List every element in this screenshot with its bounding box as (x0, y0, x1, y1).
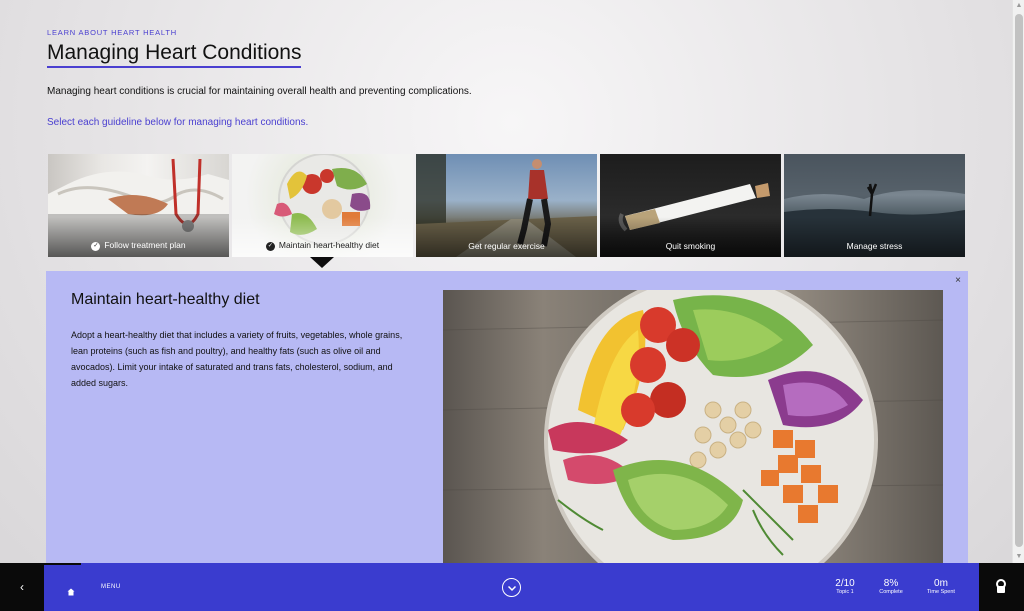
tile-follow-treatment-plan[interactable]: ✓ Follow treatment plan (48, 154, 229, 257)
tile-get-regular-exercise[interactable]: Get regular exercise (416, 154, 597, 257)
tile-shade (48, 217, 229, 257)
complete-value: 8% (883, 578, 899, 589)
tile-label: Quit smoking (665, 241, 716, 251)
progress-indicator (44, 563, 81, 565)
page-scrollbar[interactable]: ▲ ▼ (1012, 0, 1024, 563)
complete-label: Complete (879, 589, 903, 595)
tile-shade (784, 217, 965, 257)
back-button[interactable]: ‹ (0, 563, 44, 611)
tile-shade (600, 217, 781, 257)
tile-label: ✓ Maintain heart-healthy diet (265, 240, 380, 251)
detail-heading: Maintain heart-healthy diet (71, 291, 260, 308)
tile-manage-stress[interactable]: Manage stress (784, 154, 965, 257)
time-label: Time Spent (927, 589, 955, 595)
time-value: 0m (934, 578, 948, 589)
tile-label: Manage stress (846, 241, 903, 251)
tile-shade (232, 217, 413, 257)
check-icon: ✓ (265, 242, 275, 251)
chevron-down-circle-icon[interactable] (502, 578, 521, 597)
eyebrow-label: LEARN ABOUT HEART HEALTH (47, 28, 177, 37)
home-icon[interactable] (67, 583, 75, 596)
topic-value: 2/10 (835, 578, 855, 589)
instruction-text: Select each guideline below for managing… (47, 117, 309, 128)
topic-label: Topic 1 (836, 589, 854, 595)
detail-body-text: Adopt a heart-healthy diet that includes… (71, 330, 403, 388)
tile-maintain-heart-healthy-diet[interactable]: ✓ Maintain heart-healthy diet (232, 154, 413, 257)
topic-progress: 2/10 Topic 1 (832, 578, 858, 596)
complete-progress: 8% Complete (877, 578, 905, 596)
chevron-left-icon: ‹ (20, 580, 24, 594)
lock-icon (996, 579, 1006, 593)
active-tile-pointer (310, 257, 334, 268)
time-spent: 0m Time Spent (924, 578, 958, 596)
tile-quit-smoking[interactable]: Quit smoking (600, 154, 781, 257)
guideline-tiles: ✓ Follow treatment plan ✓ Maintain heart… (48, 154, 966, 257)
detail-panel: × Maintain heart-healthy diet Adopt a he… (46, 271, 968, 563)
intro-text: Managing heart conditions is crucial for… (47, 86, 472, 97)
salad-bowl-photo (443, 290, 943, 563)
menu-button[interactable]: MENU (101, 584, 121, 590)
tile-label: Get regular exercise (468, 241, 545, 251)
tile-shade (416, 217, 597, 257)
scrollbar-thumb[interactable] (1015, 14, 1023, 547)
check-icon: ✓ (91, 242, 101, 251)
page: LEARN ABOUT HEART HEALTH Managing Heart … (0, 0, 1012, 563)
scroll-up-icon[interactable]: ▲ (1013, 0, 1024, 12)
close-icon[interactable]: × (955, 275, 961, 286)
page-title: Managing Heart Conditions (47, 41, 302, 68)
scroll-down-icon[interactable]: ▼ (1013, 551, 1024, 563)
accessibility-button[interactable] (979, 563, 1024, 611)
tile-label: ✓ Follow treatment plan (91, 240, 186, 251)
